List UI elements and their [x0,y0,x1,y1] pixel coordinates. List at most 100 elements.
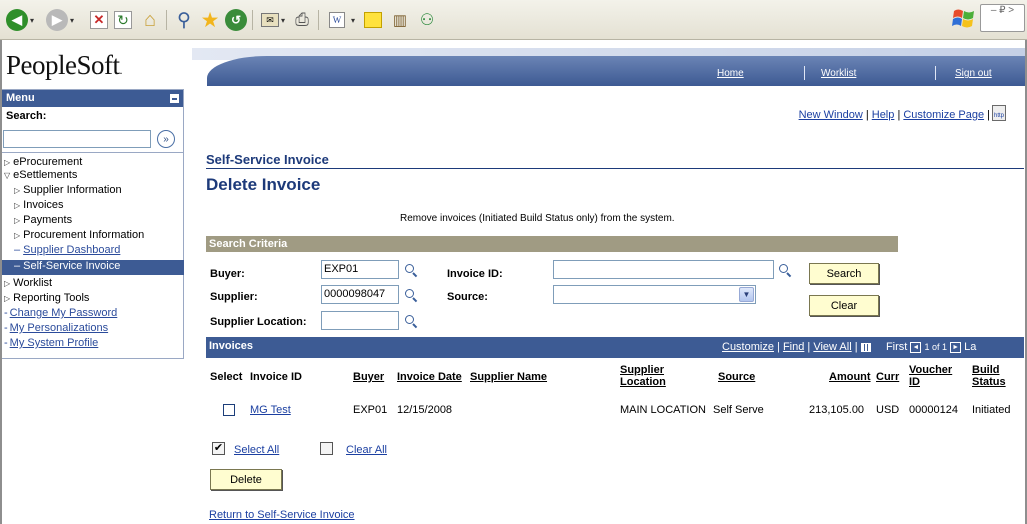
col-voucher-id-header[interactable]: Voucher ID [909,364,952,388]
favorites-button[interactable]: ★ [198,8,222,32]
invoice-id-lookup-icon[interactable] [778,263,792,277]
stop-icon: ✕ [90,11,108,29]
row-build-status: Initiated [972,404,1011,416]
http-link-icon[interactable]: http [992,105,1006,121]
print-button[interactable]: ⎙ [290,8,314,32]
expand-arrow-icon: ▷ [14,216,21,225]
back-button[interactable]: ◀ ▾ [6,8,34,32]
download-grid-icon[interactable] [860,342,871,352]
section-title: Self-Service Invoice [206,152,329,167]
grid-customize-link[interactable]: Customize [722,341,774,353]
help-link[interactable]: Help [872,109,895,121]
search-icon: ⚲ [177,9,191,31]
invoice-id-input[interactable] [553,260,774,279]
notes-button[interactable] [362,8,384,32]
nav-home-link[interactable]: Home [717,68,744,79]
nav-signout-link[interactable]: Sign out [955,68,992,79]
search-criteria-header: Search Criteria [206,236,898,252]
expand-arrow-icon: ▷ [4,158,11,167]
supplier-location-input[interactable] [321,311,399,330]
refresh-button[interactable]: ↻ [112,8,134,32]
sidebar-item-my-system-profile[interactable]: - My System Profile [4,337,98,350]
sidebar-item-supplier-dashboard[interactable]: – Supplier Dashboard [14,244,120,257]
buyer-input[interactable]: EXP01 [321,260,399,279]
row-currency: USD [876,404,900,416]
col-supplier-name-header[interactable]: Supplier Name [470,371,547,383]
col-buyer-header[interactable]: Buyer [353,371,384,383]
page-title: Delete Invoice [206,175,321,194]
printer-icon: ⎙ [295,10,309,29]
dropdown-arrow-icon: ▾ [280,15,285,25]
stop-button[interactable]: ✕ [88,8,110,32]
sidebar-item-esettlements[interactable]: ▽ eSettlements [4,169,77,182]
col-source-header[interactable]: Source [718,371,755,383]
row-amount: 213,105.00 [809,404,865,416]
expand-arrow-icon: ▷ [14,186,21,195]
window-controls[interactable]: – ₽ > [980,4,1025,32]
supplier-location-lookup-icon[interactable] [404,314,418,328]
menu-search-label: Search: [6,110,47,122]
search-button[interactable]: ⚲ [172,8,196,32]
supplier-input[interactable]: 0000098047 [321,285,399,304]
sidebar-item-self-service-invoice[interactable]: – Self-Service Invoice [2,260,184,275]
col-select-header: Select [210,371,243,383]
home-icon: ⌂ [143,8,157,31]
sidebar-item-change-my-password[interactable]: - Change My Password [4,307,117,320]
col-invoice-date-header[interactable]: Invoice Date [397,371,462,383]
sidebar-item-worklist[interactable]: ▷ Worklist [4,277,52,290]
sidebar-item-payments[interactable]: ▷ Payments [14,214,72,227]
customize-page-link[interactable]: Customize Page [903,109,984,121]
nav-worklist-link[interactable]: Worklist [821,68,856,79]
edit-button[interactable]: W ▾ [324,8,360,32]
search-button[interactable]: Search [809,263,879,284]
toolbar-separator [318,10,319,30]
clear-button[interactable]: Clear [809,295,879,316]
messenger-button[interactable]: ⚇ [414,8,440,32]
row-select-checkbox[interactable] [223,404,235,416]
col-amount-header[interactable]: Amount [829,371,871,383]
col-build-status-header[interactable]: Build Status [972,364,1006,388]
invoice-id-link[interactable]: MG Test [250,404,291,416]
grid-find-link[interactable]: Find [783,341,804,353]
next-page-icon[interactable]: ► [950,341,962,353]
return-to-self-service-invoice-link[interactable]: Return to Self-Service Invoice [209,509,355,521]
sidebar-item-reporting-tools[interactable]: ▷ Reporting Tools [4,292,89,305]
source-label: Source: [447,291,488,303]
select-all-checkbox-icon[interactable]: ✔ [212,442,225,455]
sidebar-item-my-personalizations[interactable]: - My Personalizations [4,322,108,335]
grid-page-count: 1 of 1 [924,342,947,352]
select-all-link[interactable]: Select All [234,444,279,456]
buyer-lookup-icon[interactable] [404,263,418,277]
sidebar-item-supplier-information[interactable]: ▷ Supplier Information [14,184,122,197]
new-window-link[interactable]: New Window [799,109,863,121]
delete-button[interactable]: Delete [210,469,282,490]
refresh-icon: ↻ [114,11,132,29]
col-supplier-location-header[interactable]: Supplier Location [620,364,666,388]
expand-arrow-icon: ▷ [14,201,21,210]
history-button[interactable]: ↺ [224,8,248,32]
sidebar-item-invoices[interactable]: ▷ Invoices [14,199,64,212]
clear-all-link[interactable]: Clear All [346,444,387,456]
nav-divider [935,66,936,80]
previous-page-icon[interactable]: ◄ [910,341,922,353]
research-button[interactable]: ▥ [388,8,412,32]
menu-search-input[interactable] [3,130,151,148]
sidebar-item-procurement-information[interactable]: ▷ Procurement Information [14,229,144,242]
forward-button[interactable]: ▶ ▾ [46,8,74,32]
clear-all-checkbox-icon[interactable] [320,442,333,455]
row-voucher-id: 00000124 [909,404,958,416]
supplier-label: Supplier: [210,291,258,303]
expand-arrow-icon: ▷ [4,279,11,288]
search-go-icon[interactable]: » [157,130,175,148]
collapse-arrow-icon: ▽ [4,171,11,180]
expand-arrow-icon: ▷ [4,294,11,303]
source-select[interactable]: ▼ [553,285,756,304]
grid-view-all-link[interactable]: View All [813,341,851,353]
sidebar-item-eprocurement[interactable]: ▷ eProcurement [4,156,82,169]
mail-button[interactable]: ✉ ▾ [258,8,288,32]
col-currency-header[interactable]: Curr [876,371,899,383]
collapse-menu-icon[interactable] [169,93,180,104]
home-button[interactable]: ⌂ [138,8,162,32]
supplier-lookup-icon[interactable] [404,288,418,302]
windows-logo-icon [951,6,977,32]
